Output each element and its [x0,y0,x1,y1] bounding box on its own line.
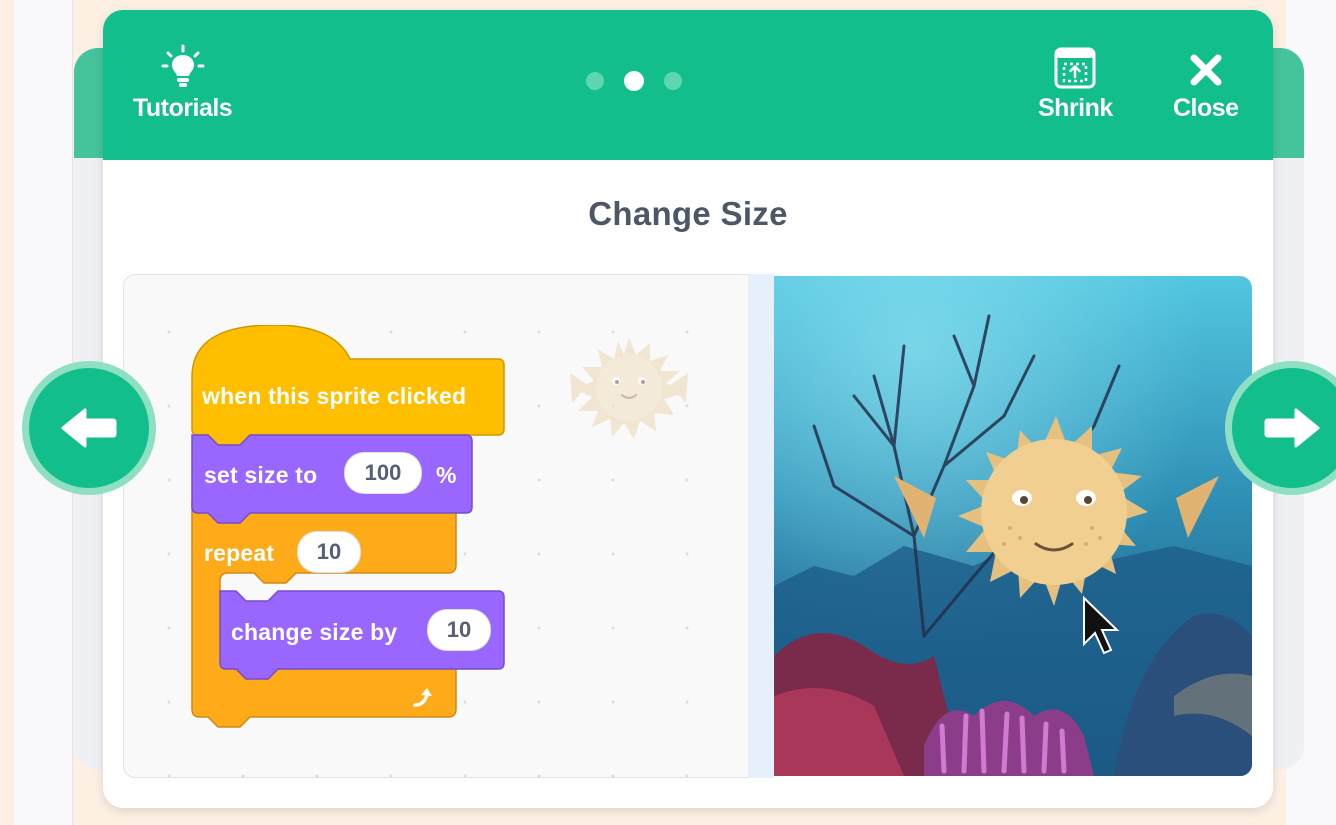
repeat-count-input[interactable]: 10 [297,531,361,573]
set-size-label: set size to [204,462,318,488]
set-size-value-input[interactable]: 100 [344,452,422,494]
set-size-unit: % [436,462,457,488]
tutorials-button[interactable]: Tutorials [133,40,233,123]
lightbulb-icon [160,40,206,90]
change-size-label: change size by [231,619,398,645]
tutorial-card: Tutorials Shrink Close Change Size when … [103,10,1273,808]
step-dot-2-active[interactable] [624,71,644,91]
pane-divider [748,274,774,778]
step-dot-3[interactable] [664,72,682,90]
shrink-button[interactable]: Shrink [1038,40,1113,123]
step-title: Change Size [588,195,788,232]
tutorial-header: Tutorials Shrink Close [103,10,1273,160]
close-icon [1186,40,1226,90]
repeat-label: repeat [204,540,275,566]
shrink-icon [1053,40,1097,90]
stage-scene [774,276,1252,776]
shrink-label: Shrink [1038,94,1113,122]
stage-preview [774,276,1252,776]
close-button[interactable]: Close [1173,40,1239,123]
tutorials-label: Tutorials [133,94,233,122]
arrow-right-icon [1264,408,1320,448]
loop-arrow-icon [413,688,432,707]
hat-block-label: when this sprite clicked [202,383,467,409]
close-label: Close [1173,94,1239,122]
sprite-thumbnail [570,337,688,439]
step-dot-1[interactable] [586,72,604,90]
step-indicator [586,71,682,91]
arrow-left-icon [61,408,117,448]
change-size-value-input[interactable]: 10 [427,609,491,651]
code-example-pane: when this sprite clicked set size to 100… [123,274,749,778]
previous-step-button[interactable] [29,368,149,488]
